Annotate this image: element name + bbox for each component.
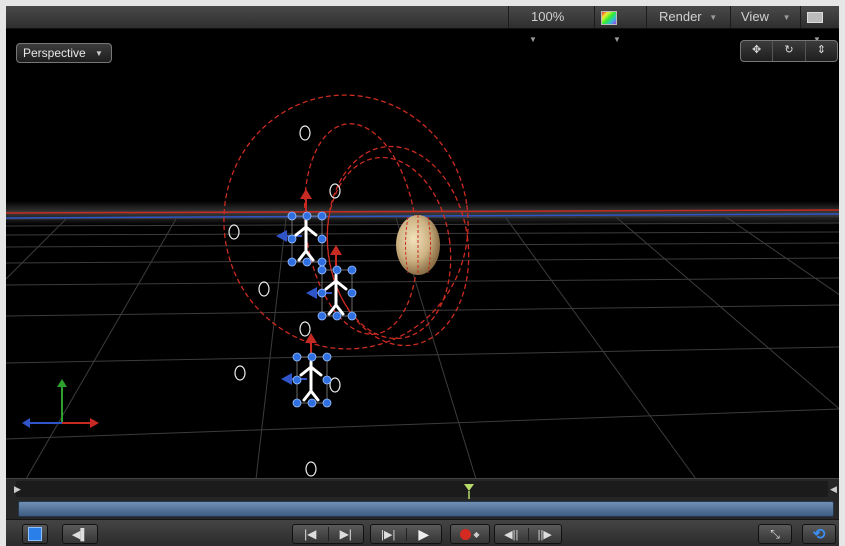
- keyframe-markers[interactable]: [228, 125, 341, 477]
- chevron-down-icon: ▼: [709, 12, 718, 22]
- axis-gizmo-icon: [22, 379, 99, 428]
- playhead-icon[interactable]: [462, 482, 476, 500]
- loop-button[interactable]: ⟲: [802, 524, 836, 544]
- timeline-ruler[interactable]: [16, 481, 828, 497]
- zoom-level: 100%: [531, 9, 565, 24]
- chevron-down-icon: ▼: [95, 48, 103, 58]
- loop-icon: ⟲: [812, 526, 826, 543]
- channels-popup[interactable]: ▼: [594, 6, 646, 44]
- go-to-start-icon[interactable]: |◀: [293, 527, 329, 541]
- sphere-object[interactable]: [396, 215, 440, 275]
- zoom-popup[interactable]: 100% ▼: [508, 6, 594, 44]
- record-button[interactable]: ◆: [450, 524, 490, 544]
- 3d-viewport[interactable]: [6, 29, 839, 479]
- play-range-in-icon[interactable]: ▶: [14, 483, 21, 495]
- transport-bar: ◀▌ |◀ ▶| |▶| ▶ ◆ ◀|| ||▶ ⤡ ⟲: [6, 519, 839, 546]
- camera-nav-controls: ✥ ↻ ⇕: [740, 40, 838, 62]
- window-layout-icon: [807, 12, 823, 23]
- record-options-icon: ◆: [473, 529, 480, 539]
- camera-popup[interactable]: Perspective ▼: [16, 43, 112, 63]
- timeline-track[interactable]: [18, 501, 834, 517]
- full-screen-button[interactable]: ⤡: [758, 524, 792, 544]
- camera-label: Perspective: [23, 46, 86, 60]
- color-channel-icon: [601, 11, 617, 25]
- expand-icon: ⤡: [770, 526, 780, 541]
- particle-object-3[interactable]: [281, 333, 332, 408]
- speaker-icon: ◀▌: [71, 528, 89, 541]
- next-keyframe-icon[interactable]: ||▶: [529, 528, 562, 541]
- step-forward-icon[interactable]: |▶|: [371, 527, 407, 541]
- audio-button[interactable]: ◀▌: [62, 524, 98, 544]
- canvas-toolbar: 100% ▼ ▼ Render ▼ View ▼ ▼: [6, 6, 839, 44]
- go-to-end-icon[interactable]: ▶|: [329, 527, 364, 541]
- dolly-icon[interactable]: ⇕: [806, 41, 837, 61]
- particle-object-1[interactable]: [276, 189, 327, 267]
- view-label: View: [741, 9, 769, 24]
- canvas-window: 100% ▼ ▼ Render ▼ View ▼ ▼: [6, 6, 839, 546]
- view-popup[interactable]: View ▼: [730, 6, 800, 28]
- play-range-out-icon[interactable]: ◀: [830, 483, 837, 495]
- render-label: Render: [659, 9, 702, 24]
- show-timing-button[interactable]: [22, 524, 48, 544]
- previous-keyframe-icon[interactable]: ◀||: [495, 527, 529, 541]
- play-group: |▶| ▶: [370, 524, 442, 544]
- timing-pane-icon: [28, 527, 42, 541]
- layout-popup[interactable]: ▼: [800, 6, 839, 44]
- pan-icon[interactable]: ✥: [741, 41, 774, 61]
- chevron-down-icon: ▼: [782, 12, 791, 22]
- keyframe-nav-group: ◀|| ||▶: [494, 524, 562, 544]
- goto-group: |◀ ▶|: [292, 524, 364, 544]
- orbit-icon[interactable]: ↻: [773, 41, 806, 61]
- render-popup[interactable]: Render ▼: [646, 6, 730, 28]
- play-icon[interactable]: ▶: [407, 526, 442, 543]
- mini-timeline: ▶ ◀: [6, 478, 839, 519]
- record-icon: [460, 528, 472, 540]
